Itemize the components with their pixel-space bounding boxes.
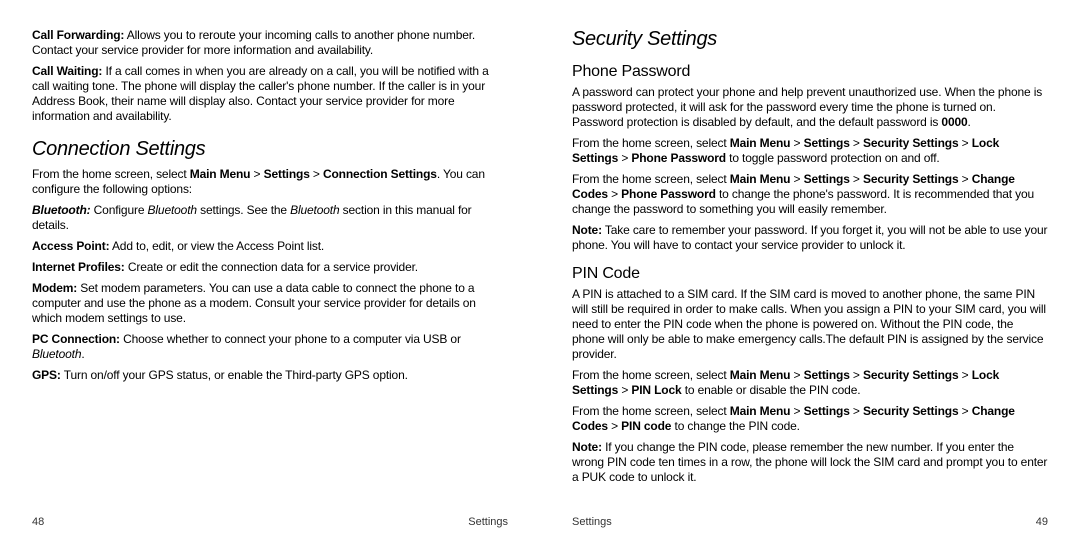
phone-password-heading: Phone Password — [572, 63, 1048, 81]
left-content: Call Forwarding: Allows you to reroute y… — [32, 28, 508, 520]
bluetooth-para: Bluetooth: Configure Bluetooth settings.… — [32, 203, 508, 233]
pp-note-para: Note: Take care to remember your passwor… — [572, 223, 1048, 253]
call-forwarding-para: Call Forwarding: Allows you to reroute y… — [32, 28, 508, 58]
pin-nav2-para: From the home screen, select Main Menu >… — [572, 404, 1048, 434]
left-footer: 48 Settings — [32, 516, 508, 528]
right-content: Security Settings Phone Password A passw… — [572, 28, 1048, 520]
security-settings-heading: Security Settings — [572, 28, 1048, 51]
pin-note-para: Note: If you change the PIN code, please… — [572, 440, 1048, 485]
pp-nav2-para: From the home screen, select Main Menu >… — [572, 172, 1048, 217]
internet-profiles-para: Internet Profiles: Create or edit the co… — [32, 260, 508, 275]
footer-label: Settings — [572, 516, 612, 528]
left-page: Call Forwarding: Allows you to reroute y… — [0, 0, 540, 540]
call-waiting-para: Call Waiting: If a call comes in when yo… — [32, 64, 508, 124]
right-footer: Settings 49 — [572, 516, 1048, 528]
pin-intro-para: A PIN is attached to a SIM card. If the … — [572, 287, 1048, 362]
pin-code-heading: PIN Code — [572, 265, 1048, 283]
label: Call Waiting: — [32, 64, 102, 78]
modem-para: Modem: Set modem parameters. You can use… — [32, 281, 508, 326]
page-number: 48 — [32, 516, 44, 528]
pin-nav1-para: From the home screen, select Main Menu >… — [572, 368, 1048, 398]
gps-para: GPS: Turn on/off your GPS status, or ena… — [32, 368, 508, 383]
pp-intro-para: A password can protect your phone and he… — [572, 85, 1048, 130]
footer-label: Settings — [468, 516, 508, 528]
pc-connection-para: PC Connection: Choose whether to connect… — [32, 332, 508, 362]
pp-nav1-para: From the home screen, select Main Menu >… — [572, 136, 1048, 166]
right-page: Security Settings Phone Password A passw… — [540, 0, 1080, 540]
page-spread: Call Forwarding: Allows you to reroute y… — [0, 0, 1080, 540]
connection-settings-heading: Connection Settings — [32, 138, 508, 161]
page-number: 49 — [1036, 516, 1048, 528]
cs-nav-para: From the home screen, select Main Menu >… — [32, 167, 508, 197]
label: Call Forwarding: — [32, 28, 124, 42]
access-point-para: Access Point: Add to, edit, or view the … — [32, 239, 508, 254]
